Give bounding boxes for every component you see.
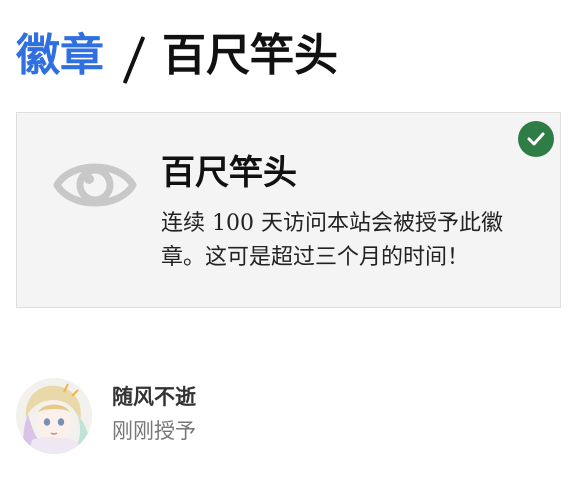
breadcrumb-separator	[122, 37, 144, 81]
breadcrumb: 徽章 百尺竿头	[16, 26, 338, 86]
grant-time: 刚刚授予	[112, 419, 196, 443]
check-icon	[518, 121, 554, 157]
user-name-link[interactable]: 随风不逝	[112, 382, 196, 412]
badge-title: 百尺竿头	[161, 153, 297, 193]
page-title: 百尺竿头	[162, 30, 338, 81]
badge-description: 连续 100 天访问本站会被授予此徽章。这可是超过三个月的时间！	[161, 211, 503, 270]
badge-card: 百尺竿头 连续 100 天访问本站会被授予此徽章。这可是超过三个月的时间！	[16, 112, 561, 308]
breadcrumb-badges-link[interactable]: 徽章	[16, 26, 104, 86]
eye-icon	[53, 155, 137, 215]
avatar[interactable]	[16, 378, 92, 454]
badge-grant-item: 随风不逝 刚刚授予	[16, 376, 561, 456]
